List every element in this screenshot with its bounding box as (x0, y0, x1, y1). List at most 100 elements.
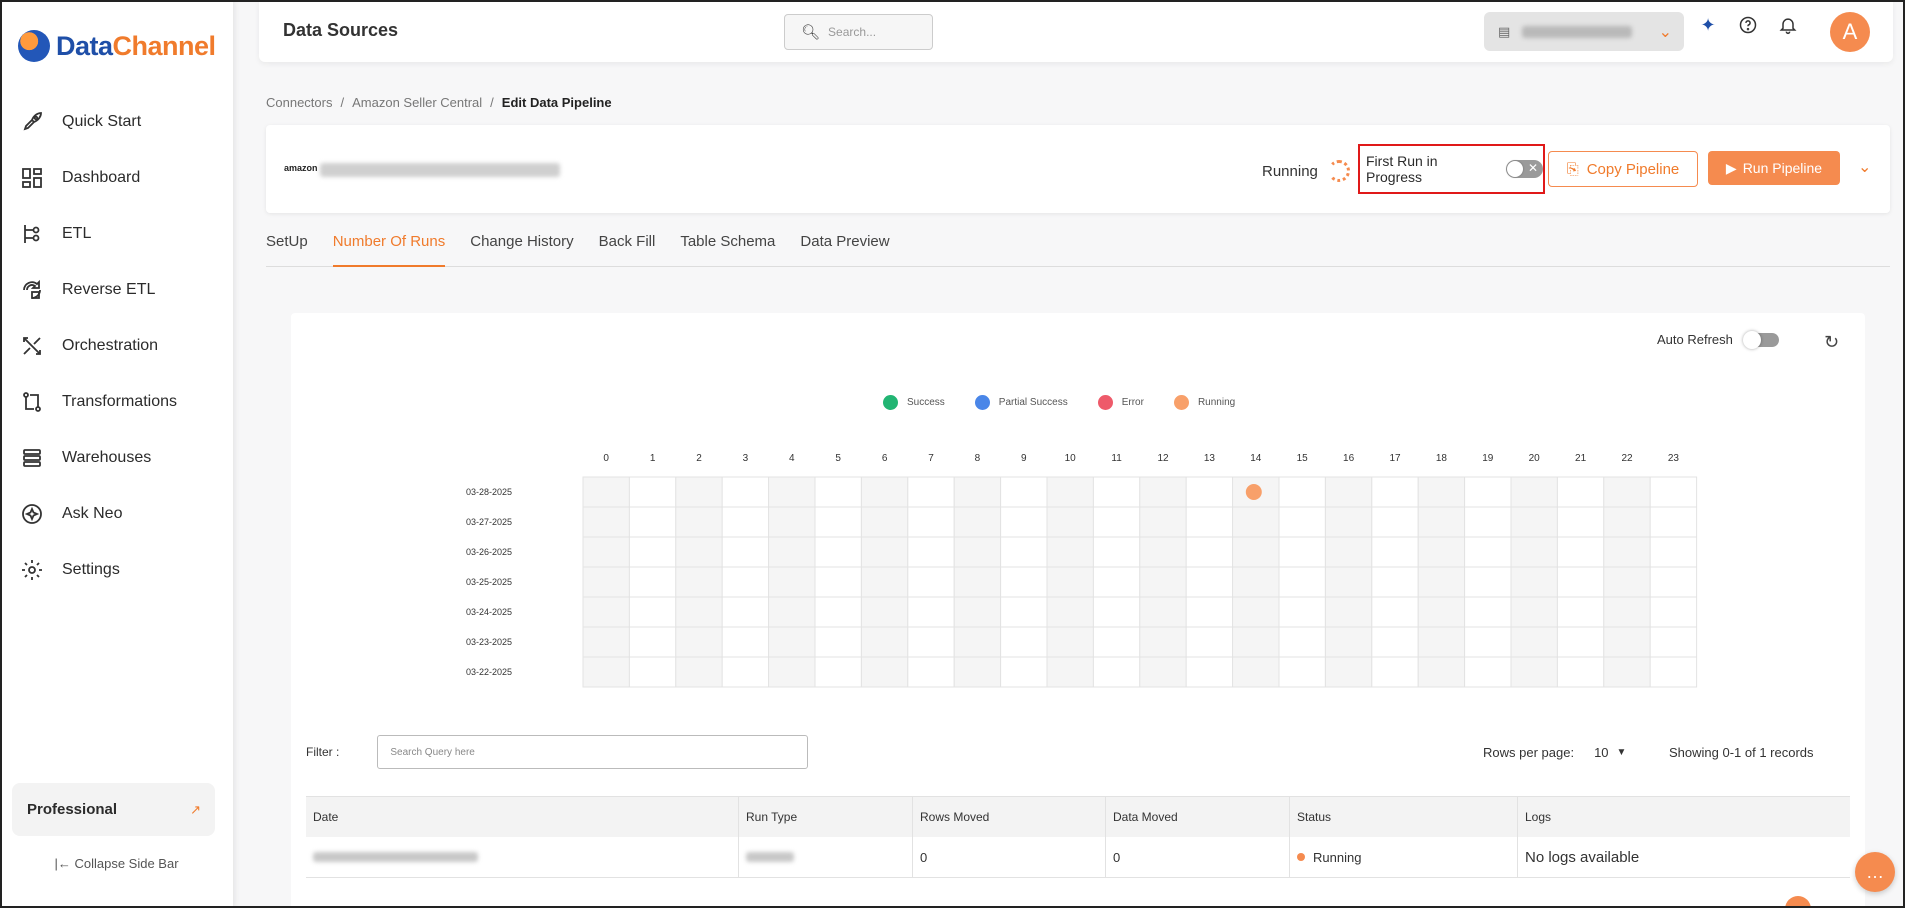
heatmap-cell[interactable] (675, 476, 723, 508)
heatmap-cell[interactable] (1092, 626, 1141, 658)
heatmap-cell[interactable] (860, 506, 909, 538)
first-run-toggle[interactable]: ✕ (1505, 160, 1543, 178)
heatmap-cell[interactable] (628, 596, 677, 628)
tab-back-fill[interactable]: Back Fill (599, 225, 656, 267)
rows-per-page-select[interactable]: 10 ▼ (1594, 745, 1626, 760)
heatmap-cell[interactable] (1371, 506, 1419, 538)
heatmap-cell[interactable] (1000, 506, 1048, 538)
heatmap-cell[interactable] (1139, 656, 1187, 688)
tab-setup[interactable]: SetUp (266, 225, 308, 267)
heatmap-cell[interactable] (675, 536, 723, 568)
table-row[interactable]: 0 0 Running No logs available (306, 837, 1850, 878)
heatmap-cell[interactable] (907, 536, 955, 568)
heatmap-cell[interactable] (1603, 536, 1651, 568)
heatmap-cell[interactable] (907, 656, 955, 688)
heatmap-cell[interactable] (675, 506, 723, 538)
heatmap-cell[interactable] (860, 536, 909, 568)
heatmap-cell[interactable] (721, 476, 770, 508)
heatmap-cell[interactable] (1000, 626, 1048, 658)
heatmap-cell[interactable] (953, 566, 1002, 598)
heatmap-cell[interactable] (1649, 656, 1698, 688)
heatmap-cell[interactable] (1510, 626, 1558, 658)
heatmap-cell[interactable] (953, 656, 1002, 688)
heatmap-cell[interactable] (675, 656, 723, 688)
heatmap-cell[interactable] (1000, 596, 1048, 628)
heatmap-cell[interactable] (1417, 566, 1466, 598)
heatmap-cell[interactable] (1649, 626, 1698, 658)
heatmap-cell[interactable] (768, 626, 816, 658)
heatmap-cell[interactable] (1232, 596, 1280, 628)
heatmap-cell[interactable] (1324, 506, 1373, 538)
collapse-sidebar-button[interactable]: |← Collapse Side Bar (0, 856, 233, 871)
heatmap-cell[interactable] (1092, 656, 1141, 688)
chat-button[interactable]: … (1855, 852, 1895, 892)
heatmap-cell[interactable] (1278, 476, 1326, 508)
heatmap-cell[interactable] (1649, 596, 1698, 628)
heatmap-cell[interactable] (1324, 476, 1373, 508)
heatmap-cell[interactable] (953, 536, 1002, 568)
heatmap-cell[interactable] (721, 626, 770, 658)
sidebar-item-quick-start[interactable]: Quick Start (0, 94, 233, 150)
heatmap-cell[interactable] (953, 506, 1002, 538)
sparkle-icon[interactable]: ✦ (1697, 14, 1719, 36)
heatmap-cell[interactable] (1464, 566, 1512, 598)
search-input[interactable]: 🔍︎ Search... (784, 14, 933, 50)
heatmap-cell[interactable] (1324, 596, 1373, 628)
tab-data-preview[interactable]: Data Preview (800, 225, 889, 267)
heatmap-cell[interactable] (953, 626, 1002, 658)
heatmap-cell[interactable] (721, 506, 770, 538)
heatmap-cell[interactable] (1510, 596, 1558, 628)
column-header[interactable]: Data Moved (1106, 797, 1290, 837)
heatmap-cell[interactable] (1139, 506, 1187, 538)
heatmap-cell[interactable] (721, 566, 770, 598)
heatmap-cell[interactable] (1371, 656, 1419, 688)
heatmap-cell[interactable] (1371, 626, 1419, 658)
heatmap-cell[interactable] (1371, 536, 1419, 568)
heatmap-cell[interactable] (628, 536, 677, 568)
heatmap-cell[interactable] (1324, 626, 1373, 658)
heatmap-cell[interactable] (1046, 536, 1094, 568)
heatmap-cell[interactable] (1417, 476, 1466, 508)
heatmap-cell[interactable] (1603, 626, 1651, 658)
heatmap-cell[interactable] (582, 536, 630, 568)
chevron-down-icon[interactable]: ⌄ (1858, 157, 1871, 177)
heatmap-cell[interactable] (1556, 476, 1605, 508)
heatmap-cell[interactable] (1510, 656, 1558, 688)
heatmap-cell[interactable] (1417, 536, 1466, 568)
heatmap-cell[interactable] (1510, 506, 1558, 538)
heatmap-cell[interactable] (675, 626, 723, 658)
heatmap-cell[interactable] (1092, 566, 1141, 598)
heatmap-cell[interactable] (907, 626, 955, 658)
heatmap-cell[interactable] (1232, 656, 1280, 688)
heatmap-cell[interactable] (721, 596, 770, 628)
heatmap-cell[interactable] (1371, 596, 1419, 628)
heatmap-cell[interactable] (628, 656, 677, 688)
heatmap-cell[interactable] (1232, 566, 1280, 598)
heatmap-cell[interactable] (1232, 506, 1280, 538)
heatmap-cell[interactable] (814, 476, 862, 508)
heatmap-cell[interactable] (814, 596, 862, 628)
heatmap-cell[interactable] (860, 596, 909, 628)
heatmap-cell[interactable] (1185, 506, 1234, 538)
heatmap-cell[interactable] (1464, 536, 1512, 568)
heatmap-cell[interactable] (721, 536, 770, 568)
heatmap-cell[interactable] (1556, 536, 1605, 568)
heatmap-cell[interactable] (1232, 626, 1280, 658)
heatmap-cell[interactable] (1371, 566, 1419, 598)
heatmap-cell[interactable] (582, 656, 630, 688)
heatmap-cell[interactable] (1000, 656, 1048, 688)
heatmap-cell[interactable] (860, 656, 909, 688)
heatmap-cell[interactable] (907, 476, 955, 508)
copy-pipeline-button[interactable]: ⎘ Copy Pipeline (1548, 151, 1698, 187)
heatmap-cell[interactable] (860, 626, 909, 658)
heatmap-cell[interactable] (675, 566, 723, 598)
heatmap-cell[interactable] (1278, 656, 1326, 688)
plan-card[interactable]: Professional ↗ (12, 783, 215, 836)
heatmap-cell[interactable] (768, 536, 816, 568)
sidebar-item-reverse-etl[interactable]: Reverse ETL (0, 262, 233, 318)
heatmap-cell[interactable] (1139, 536, 1187, 568)
tab-number-of-runs[interactable]: Number Of Runs (332, 225, 446, 267)
heatmap-cell[interactable] (1510, 476, 1558, 508)
heatmap-cell[interactable] (1417, 656, 1466, 688)
heatmap-cell[interactable] (1000, 476, 1048, 508)
